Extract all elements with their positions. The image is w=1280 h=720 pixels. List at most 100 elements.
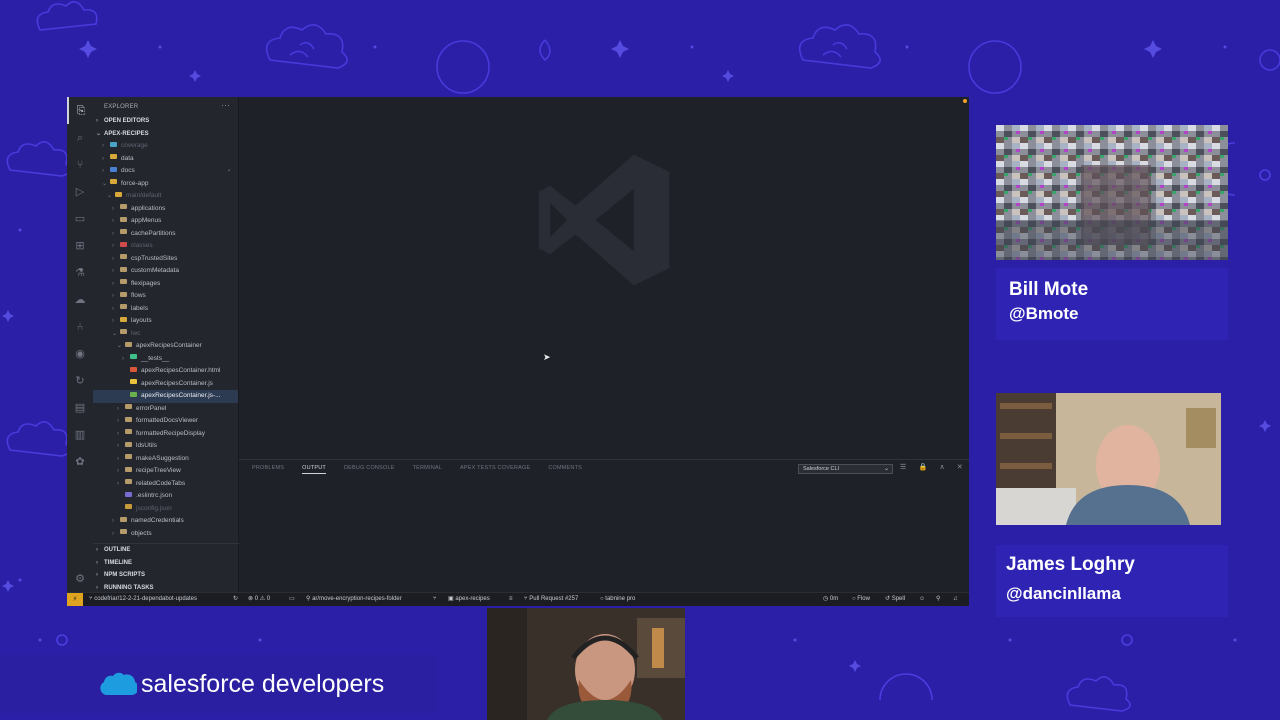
tab-terminal[interactable]: TERMINAL	[413, 465, 442, 474]
project-status[interactable]: ▣ apex-recipes	[448, 593, 490, 606]
tree-item[interactable]: › cspTrustedSites	[93, 253, 238, 266]
tab-apex-tests-coverage[interactable]: APEX TESTS COVERAGE	[460, 465, 530, 474]
video-feed-host	[487, 608, 685, 720]
tree-item[interactable]: › namedCredentials	[93, 515, 238, 528]
tree-item-label: errorPanel	[136, 404, 167, 412]
tree-item[interactable]: › objects	[93, 528, 238, 541]
output-channel-select[interactable]: Salesforce CLI ⌄	[798, 464, 893, 474]
project-section[interactable]: ⌄ APEX-RECIPES	[93, 128, 238, 141]
tree-item[interactable]: › labels	[93, 303, 238, 316]
panel-action-icons[interactable]: ☰ 🔒 ∧ ✕	[900, 463, 968, 471]
tab-output[interactable]: OUTPUT	[302, 465, 326, 474]
sidebar-section-npm-scripts[interactable]: › NPM SCRIPTS	[93, 569, 239, 582]
run-debug-icon[interactable]: ▷	[67, 178, 93, 205]
tree-item[interactable]: ⌄ lwc	[93, 328, 238, 341]
tree-item[interactable]: › classes	[93, 240, 238, 253]
settings-gear-icon[interactable]: ⚙	[67, 565, 93, 592]
chevron-right-icon: ›	[117, 405, 119, 412]
tree-item[interactable]: › appMenus	[93, 215, 238, 228]
folder-icon[interactable]: ▤	[67, 394, 93, 421]
editor-area[interactable]: ➤	[239, 97, 969, 459]
tree-item[interactable]: › customMetadata	[93, 265, 238, 278]
tree-item[interactable]: apexRecipesContainer.js	[93, 378, 238, 391]
tree-item[interactable]: › __tests__	[93, 353, 238, 366]
tab-debug-console[interactable]: DEBUG CONSOLE	[344, 465, 395, 474]
explorer-sidebar: EXPLORER ··· › OPEN EDITORS ⌄ APEX-RECIPES…	[93, 97, 239, 592]
output-icon[interactable]: ▭	[289, 593, 295, 606]
sync-icon[interactable]: ↻	[233, 593, 238, 606]
file-icon	[125, 491, 132, 497]
sidebar-section-outline[interactable]: › OUTLINE	[93, 544, 239, 557]
paw-icon[interactable]: ✿	[67, 448, 93, 475]
tree-item[interactable]: › formattedDocsViewer	[93, 415, 238, 428]
tree-item[interactable]: apexRecipesContainer.html	[93, 365, 238, 378]
tree-item[interactable]: › ldsUtils	[93, 440, 238, 453]
chevron-right-icon: ›	[112, 318, 114, 324]
salesforce-icon[interactable]: ☁	[67, 286, 93, 313]
tabnine-status[interactable]: ○ tabnine pro	[600, 593, 635, 606]
tree-item[interactable]: › formattedRecipeDisplay	[93, 428, 238, 441]
source-control-icon[interactable]: ⑂	[67, 151, 93, 178]
tree-item-label: __tests__	[141, 354, 170, 362]
tree-item[interactable]: › errorPanel	[93, 403, 238, 416]
account-icon[interactable]: ☺	[919, 593, 925, 606]
tree-item[interactable]: ⌄ apexRecipesContainer	[93, 340, 238, 353]
tab-problems[interactable]: PROBLEMS	[252, 465, 284, 474]
github-icon[interactable]: ◉	[67, 340, 93, 367]
pr-branch-status[interactable]: ⚲ ar/move-encryption-recipes-folder	[306, 593, 402, 606]
search-icon[interactable]: ⌕	[67, 124, 93, 151]
git-graph-icon[interactable]: ⑃	[67, 313, 93, 340]
tree-item[interactable]: › recipeTreeView	[93, 465, 238, 478]
tree-item[interactable]: › docs •	[93, 165, 238, 178]
book-icon[interactable]: ▥	[67, 421, 93, 448]
flow-status[interactable]: ○ Flow	[852, 593, 870, 606]
folder-icon	[120, 254, 127, 260]
bell-icon[interactable]: ♫	[953, 593, 958, 606]
broadcast-icon[interactable]: ⚲	[936, 593, 940, 606]
files-icon[interactable]: ⎘	[67, 97, 93, 124]
tree-item[interactable]: ⌄ main/default	[93, 190, 238, 203]
folder-icon	[125, 441, 132, 447]
menu-icon[interactable]: ≡	[509, 593, 513, 606]
tree-item-label: namedCredentials	[131, 517, 184, 524]
problems-status[interactable]: ⊗ 0 ⚠ 0	[248, 593, 270, 606]
tree-item[interactable]: jsconfig.json	[93, 503, 238, 516]
pull-request-status[interactable]: ⑂ Pull Request #257	[524, 593, 578, 606]
explorer-title: EXPLORER ···	[104, 101, 230, 110]
tree-item[interactable]: › applications	[93, 203, 238, 216]
tree-item[interactable]: .eslintrc.json	[93, 490, 238, 503]
webcam-host	[487, 608, 685, 720]
tree-item-label: coverage	[121, 142, 148, 149]
extensions-icon[interactable]: ⊞	[67, 232, 93, 259]
tree-item[interactable]: ⌄ force-app	[93, 178, 238, 191]
tree-item[interactable]: › flexipages	[93, 278, 238, 291]
timer-status[interactable]: ◷ 0m	[823, 593, 838, 606]
tab-comments[interactable]: COMMENTS	[548, 465, 582, 474]
chevron-down-icon: ⌄	[102, 180, 108, 187]
sync-icon[interactable]: ↻	[67, 367, 93, 394]
chevron-right-icon: ›	[122, 355, 124, 362]
tree-item[interactable]: apexRecipesContainer.js-...	[93, 390, 238, 403]
salesforce-cloud-logo-icon	[100, 672, 137, 695]
remote-explorer-icon[interactable]: ▭	[67, 205, 93, 232]
open-editors-section[interactable]: › OPEN EDITORS	[93, 115, 238, 128]
tree-item[interactable]: › makeASuggestion	[93, 453, 238, 466]
branch-status[interactable]: ⑂ codefriar/12-2-21-dependabot-updates	[89, 593, 197, 606]
spell-status[interactable]: ↺ Spell	[885, 593, 905, 606]
tree-item[interactable]: › flows	[93, 290, 238, 303]
chevron-right-icon: ›	[117, 468, 119, 474]
tree-item[interactable]: › cachePartitions	[93, 228, 238, 241]
more-actions-icon[interactable]: ···	[221, 101, 230, 110]
vscode-window: ⎘ ⌕ ⑂ ▷ ▭ ⊞ ⚗ ☁ ⑃ ◉ ↻ ⚙ ▤ ▥ ✿ EXPLORER ··· › OPEN EDITO…	[67, 97, 969, 606]
remote-icon[interactable]: ⚡	[67, 593, 83, 606]
tree-item-label: formattedDocsViewer	[136, 417, 199, 424]
tree-item[interactable]: › layouts	[93, 315, 238, 328]
tree-item[interactable]: › coverage	[93, 140, 238, 153]
folder-icon	[120, 279, 127, 285]
folder-icon	[110, 141, 117, 147]
testing-icon[interactable]: ⚗	[67, 259, 93, 286]
sidebar-section-timeline[interactable]: › TIMELINE	[93, 557, 239, 570]
tree-item[interactable]: › data	[93, 153, 238, 166]
vscode-watermark-icon	[538, 154, 670, 286]
tree-item[interactable]: › relatedCodeTabs	[93, 478, 238, 491]
